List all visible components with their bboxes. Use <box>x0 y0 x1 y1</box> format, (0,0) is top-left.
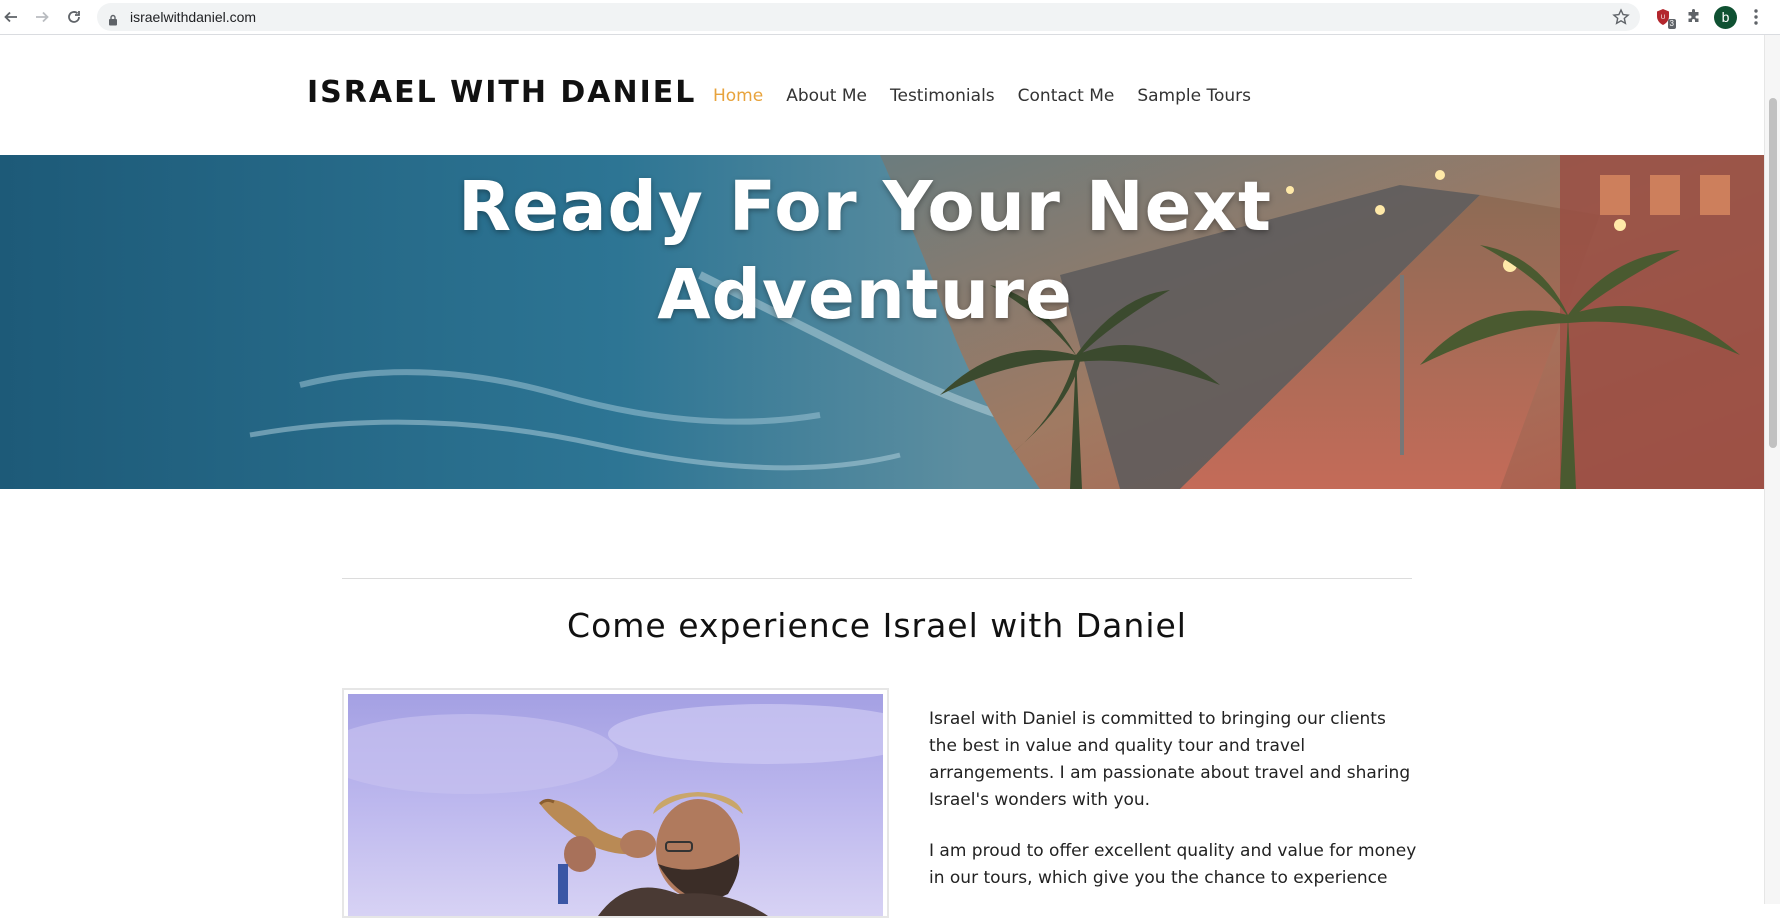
nav-sample-tours[interactable]: Sample Tours <box>1137 86 1251 106</box>
profile-photo-frame <box>342 688 889 918</box>
browser-menu-icon[interactable] <box>1750 6 1762 28</box>
hero-banner: Ready For Your Next Adventure <box>0 155 1764 489</box>
nav-testimonials[interactable]: Testimonials <box>890 86 995 106</box>
main-navigation: Home About Me Testimonials Contact Me Sa… <box>713 86 1274 106</box>
svg-text:U: U <box>1661 15 1665 21</box>
nav-about-me[interactable]: About Me <box>786 86 867 106</box>
extension-badge: 3 <box>1667 19 1676 29</box>
nav-contact-me[interactable]: Contact Me <box>1018 86 1115 106</box>
section-divider <box>342 578 1412 579</box>
back-icon[interactable] <box>0 6 22 28</box>
shofar-photo <box>348 694 883 916</box>
forward-icon[interactable] <box>31 6 53 28</box>
lock-icon <box>108 11 118 30</box>
reload-icon[interactable] <box>63 6 85 28</box>
intro-text: Israel with Daniel is committed to bring… <box>929 706 1419 916</box>
hero-title-line-1: Ready For Your Next <box>458 167 1272 247</box>
url-text: israelwithdaniel.com <box>130 9 257 25</box>
intro-paragraph-2: I am proud to offer excellent quality an… <box>929 841 1417 888</box>
browser-toolbar: israelwithdaniel.com U 3 b <box>0 0 1780 35</box>
site-logo[interactable]: ISRAEL WITH DANIEL <box>307 75 696 110</box>
intro-paragraph-1: Israel with Daniel is committed to bring… <box>929 709 1411 810</box>
puzzle-extensions-icon[interactable] <box>1683 6 1705 28</box>
scrollbar-thumb[interactable] <box>1769 98 1777 448</box>
hero-title: Ready For Your Next Adventure <box>0 163 1730 339</box>
hero-title-line-2: Adventure <box>657 255 1073 335</box>
section-heading: Come experience Israel with Daniel <box>567 606 1187 645</box>
address-bar[interactable]: israelwithdaniel.com <box>97 3 1640 31</box>
site-header: ISRAEL WITH DANIEL Home About Me Testimo… <box>0 35 1764 155</box>
bookmark-star-icon[interactable] <box>1612 8 1630 30</box>
shield-extension-icon[interactable]: U 3 <box>1652 6 1676 29</box>
nav-home[interactable]: Home <box>713 86 763 106</box>
profile-avatar[interactable]: b <box>1714 6 1737 29</box>
